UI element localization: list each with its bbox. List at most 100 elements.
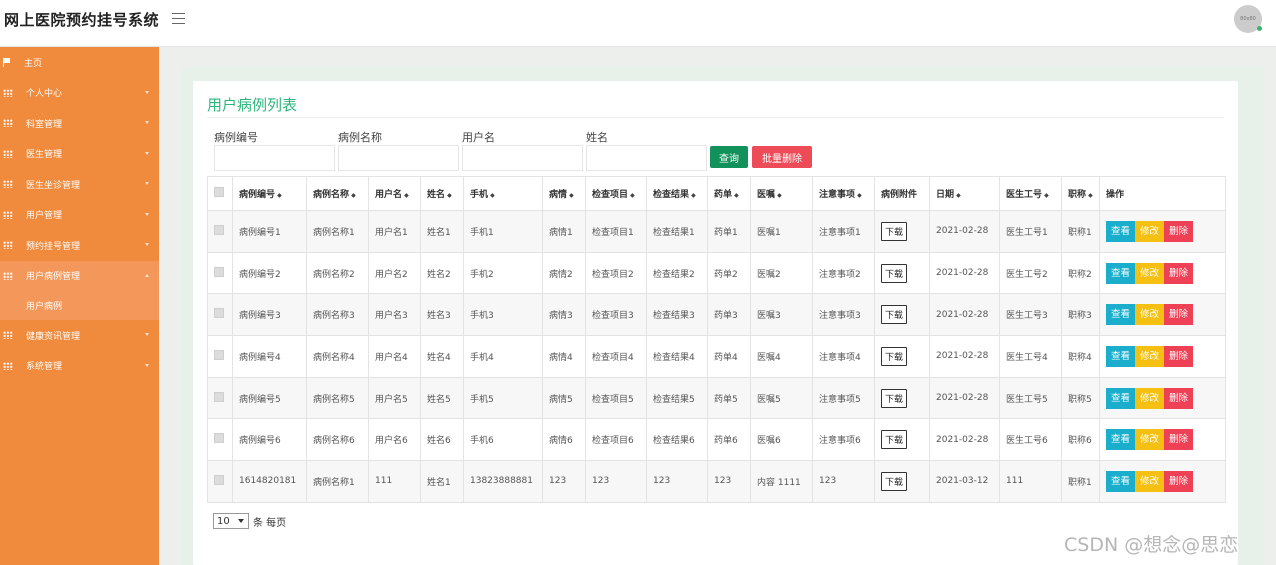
download-button[interactable]: 下载 xyxy=(881,263,908,283)
view-button[interactable]: 查看 xyxy=(1106,345,1136,367)
edit-button[interactable]: 修改 xyxy=(1135,429,1165,451)
edit-button[interactable]: 修改 xyxy=(1135,345,1165,367)
delete-button[interactable]: 删除 xyxy=(1164,387,1194,409)
sidebar-item-label: 科室管理 xyxy=(26,119,63,130)
sidebar-item-3[interactable]: 医生管理 xyxy=(0,139,159,170)
column-header-label: 职称 xyxy=(1068,190,1093,200)
row-checkbox[interactable] xyxy=(214,433,224,444)
column-header[interactable]: 病情 xyxy=(542,176,586,211)
edit-button[interactable]: 修改 xyxy=(1135,387,1165,409)
actions-cell: 查看 修改 删除 xyxy=(1099,418,1226,462)
row-checkbox[interactable] xyxy=(214,308,224,319)
table-cell: 检查结果5 xyxy=(646,376,708,420)
download-button[interactable]: 下载 xyxy=(881,388,908,408)
table-cell: 用户名3 xyxy=(368,293,421,337)
column-header[interactable]: 日期 xyxy=(929,176,1000,211)
username-input[interactable] xyxy=(462,145,583,171)
row-checkbox[interactable] xyxy=(214,391,224,402)
avatar[interactable]: 80x80 xyxy=(1234,5,1262,33)
view-button[interactable]: 查看 xyxy=(1106,220,1136,242)
sidebar-item-7[interactable]: 用户病例管理 xyxy=(0,260,159,291)
table-cell: 医生工号4 xyxy=(999,335,1062,378)
sidebar-item-9[interactable]: 系统管理 xyxy=(0,351,159,382)
sidebar-subitem-user-cases[interactable]: 用户病例 xyxy=(0,291,159,320)
delete-button[interactable]: 删除 xyxy=(1164,429,1194,451)
query-button[interactable]: 查询 xyxy=(710,146,748,168)
row-checkbox[interactable] xyxy=(214,224,224,235)
row-select-cell xyxy=(207,418,233,462)
actions-cell: 查看 修改 删除 xyxy=(1099,251,1226,295)
table-cell: 2021-02-28 xyxy=(929,376,1000,420)
download-button[interactable]: 下载 xyxy=(881,305,908,325)
column-header[interactable]: 姓名 xyxy=(420,176,464,211)
column-header[interactable]: 检查结果 xyxy=(646,176,708,211)
delete-button[interactable]: 删除 xyxy=(1164,220,1194,242)
delete-button[interactable]: 删除 xyxy=(1164,345,1194,367)
column-header[interactable]: 职称 xyxy=(1061,176,1100,211)
filter-label-username: 用户名 xyxy=(462,131,495,144)
download-button[interactable]: 下载 xyxy=(881,221,908,241)
delete-button[interactable]: 删除 xyxy=(1164,470,1194,492)
page-size-select[interactable]: 10 xyxy=(213,513,249,529)
sidebar-item-1[interactable]: 个人中心 xyxy=(0,78,159,109)
edit-button[interactable]: 修改 xyxy=(1135,304,1165,326)
column-header[interactable]: 检查项目 xyxy=(585,176,647,211)
column-header[interactable]: 病例名称 xyxy=(306,176,369,211)
sidebar-item-8[interactable]: 健康资讯管理 xyxy=(0,320,159,351)
download-button[interactable]: 下载 xyxy=(881,346,908,366)
view-button[interactable]: 查看 xyxy=(1106,262,1136,284)
sidebar-item-4[interactable]: 医生坐诊管理 xyxy=(0,169,159,200)
column-header[interactable]: 手机 xyxy=(463,176,543,211)
select-all-checkbox[interactable] xyxy=(214,187,224,197)
delete-button[interactable]: 删除 xyxy=(1164,262,1194,284)
column-header[interactable]: 医生工号 xyxy=(999,176,1062,211)
table-cell: 检查结果3 xyxy=(646,293,708,337)
table-cell: 医嘱4 xyxy=(750,335,813,378)
table-cell: 病例编号5 xyxy=(232,376,307,420)
table-cell: 2021-03-12 xyxy=(929,460,1000,503)
table-cell: 检查结果2 xyxy=(646,251,708,295)
view-button[interactable]: 查看 xyxy=(1106,304,1136,326)
sidebar-item-6[interactable]: 预约挂号管理 xyxy=(0,230,159,261)
download-button[interactable]: 下载 xyxy=(881,430,908,450)
column-header-label: 检查结果 xyxy=(653,190,696,200)
case-name-input[interactable] xyxy=(338,145,459,171)
name-input[interactable] xyxy=(586,145,707,171)
table-cell: 注意事项4 xyxy=(812,335,875,378)
view-button[interactable]: 查看 xyxy=(1106,387,1136,409)
column-header[interactable]: 药单 xyxy=(707,176,751,211)
grid-icon xyxy=(3,119,13,128)
delete-button[interactable]: 删除 xyxy=(1164,304,1194,326)
column-header-label: 手机 xyxy=(470,190,495,200)
sidebar-item-0[interactable]: 主页 xyxy=(0,47,159,78)
edit-button[interactable]: 修改 xyxy=(1135,470,1165,492)
grid-icon xyxy=(3,149,13,158)
column-header[interactable]: 医嘱 xyxy=(750,176,813,211)
table-cell: 手机4 xyxy=(463,335,543,378)
sidebar-item-2[interactable]: 科室管理 xyxy=(0,108,159,139)
batch-delete-button[interactable]: 批量删除 xyxy=(752,146,812,168)
column-header[interactable]: 病例编号 xyxy=(232,176,307,211)
table-cell: 检查项目6 xyxy=(585,418,647,462)
column-header[interactable]: 用户名 xyxy=(368,176,421,211)
table-cell: 职称1 xyxy=(1061,460,1100,503)
row-checkbox[interactable] xyxy=(214,474,224,485)
table-cell: 医生工号6 xyxy=(999,418,1062,462)
row-checkbox[interactable] xyxy=(214,349,224,360)
table-cell: 病例编号4 xyxy=(232,335,307,378)
view-button[interactable]: 查看 xyxy=(1106,470,1136,492)
column-header[interactable]: 注意事项 xyxy=(812,176,875,211)
table-cell: 药单4 xyxy=(707,335,751,378)
case-number-input[interactable] xyxy=(214,145,335,171)
sidebar-item-5[interactable]: 用户管理 xyxy=(0,200,159,231)
table-cell: 检查结果6 xyxy=(646,418,708,462)
row-checkbox[interactable] xyxy=(214,266,224,277)
table-cell: 111 xyxy=(368,460,421,503)
menu-toggle-icon[interactable] xyxy=(172,13,185,24)
edit-button[interactable]: 修改 xyxy=(1135,220,1165,242)
table-cell: 病情1 xyxy=(542,210,586,253)
table-cell: 123 xyxy=(585,460,647,503)
edit-button[interactable]: 修改 xyxy=(1135,262,1165,284)
view-button[interactable]: 查看 xyxy=(1106,429,1136,451)
download-button[interactable]: 下载 xyxy=(881,471,908,491)
